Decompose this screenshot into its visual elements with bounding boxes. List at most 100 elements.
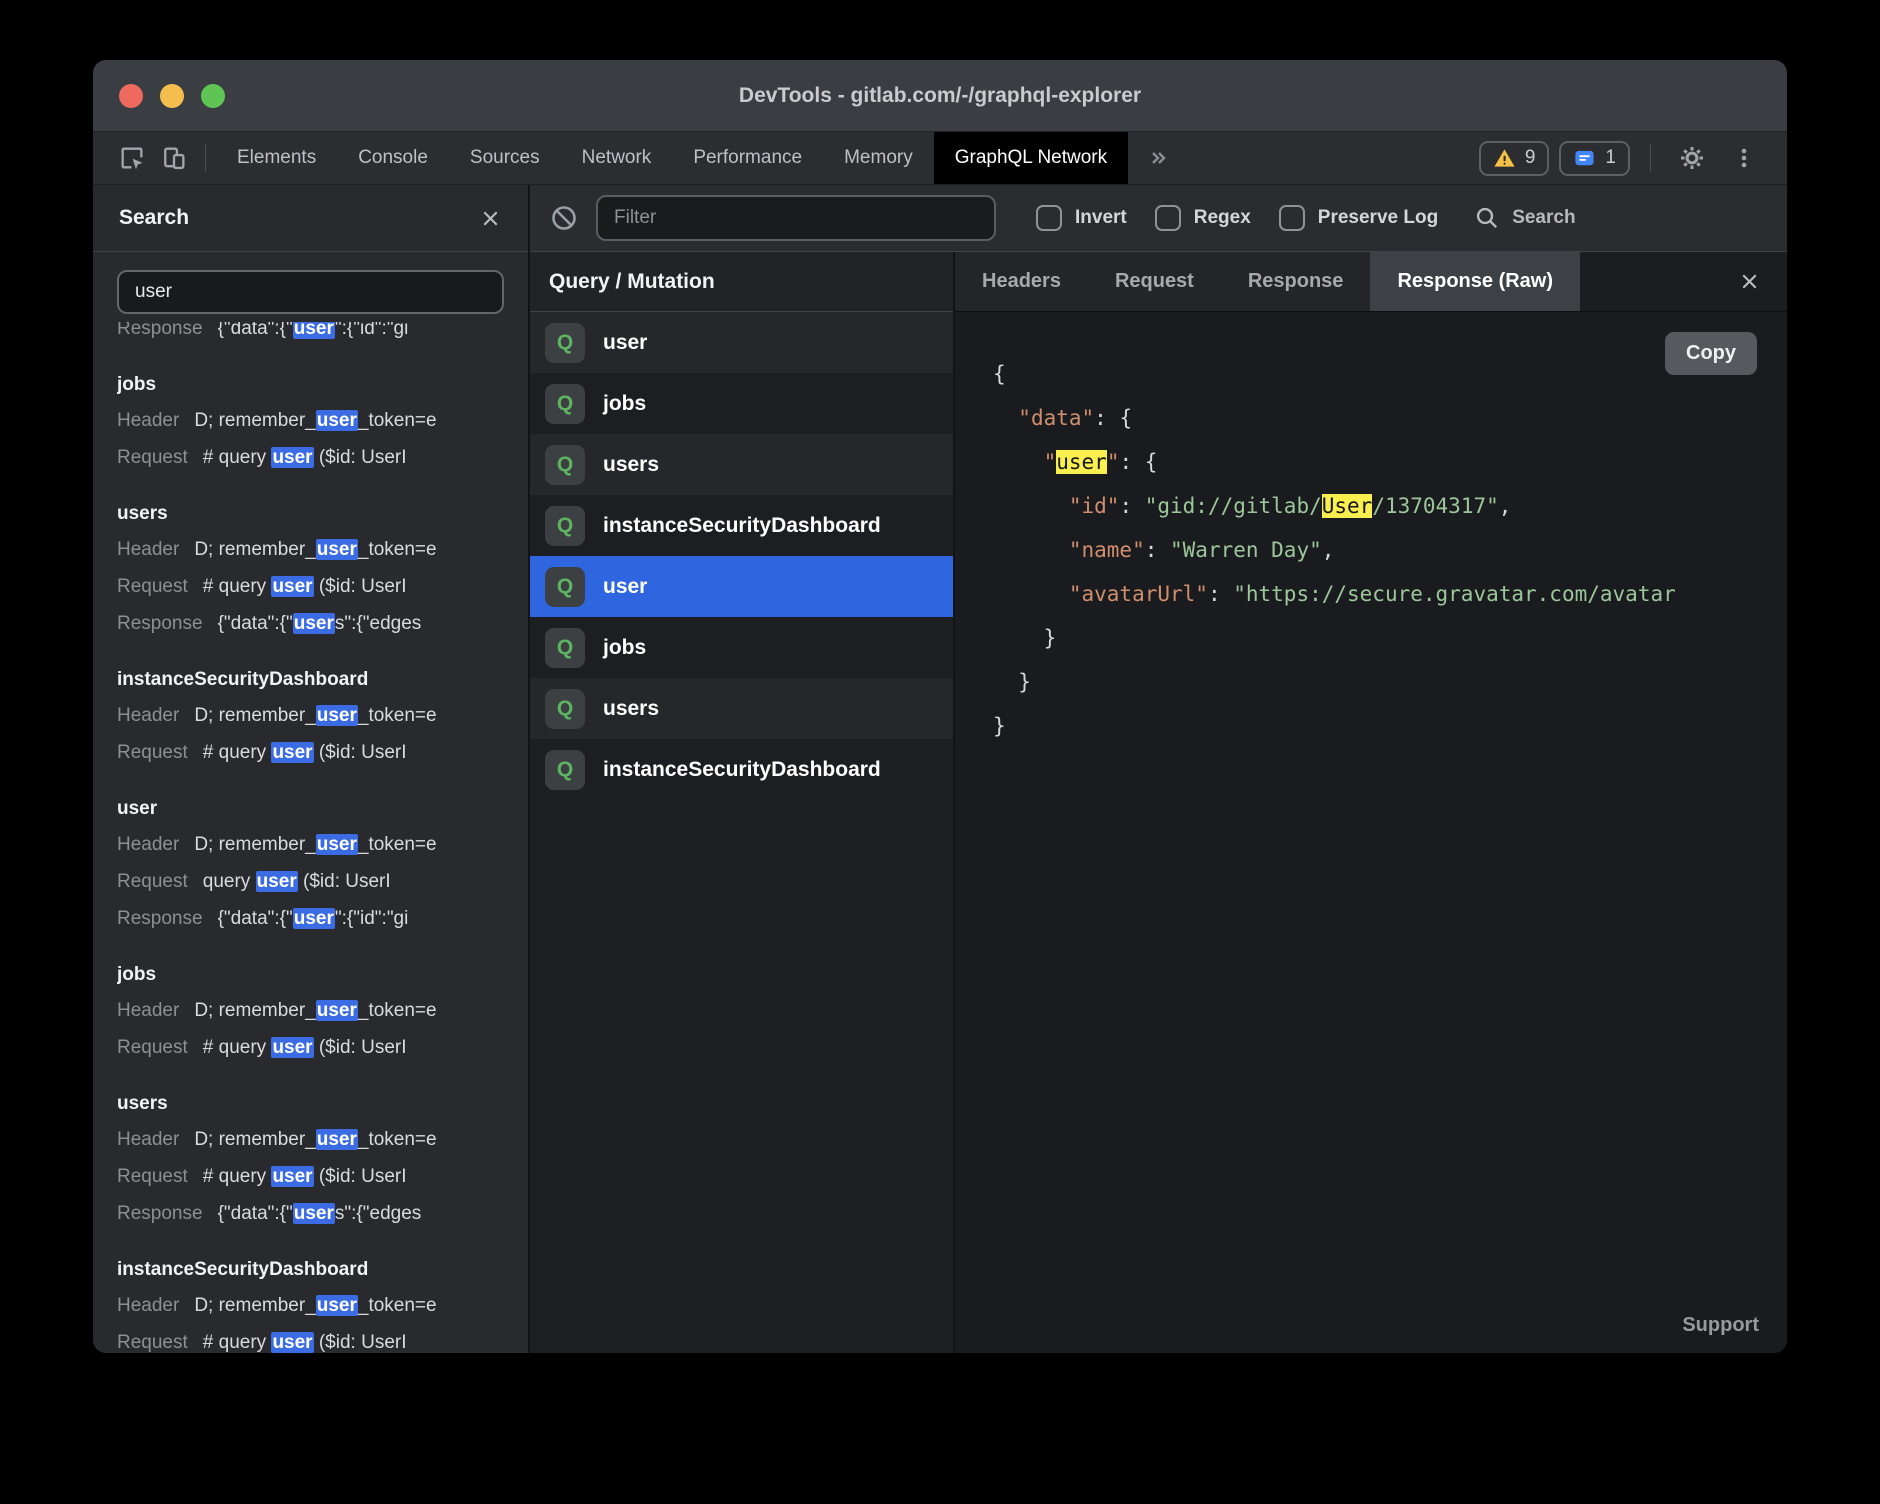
search-result-field-label: Request [117, 1037, 188, 1058]
search-match-highlight: user [316, 410, 358, 431]
search-result-text: _token=e [358, 539, 437, 560]
search-result-group[interactable]: userHeaderD; remember_user_token=eReques… [117, 792, 504, 937]
detail-panel: HeadersRequestResponseResponse (Raw) Cop… [955, 252, 1787, 1353]
json-token [993, 582, 1069, 606]
json-line: } [993, 660, 1787, 704]
search-result-text: ($id: UserI [314, 742, 407, 763]
more-tabs-icon[interactable] [1128, 132, 1188, 184]
close-detail-icon[interactable] [1738, 270, 1761, 293]
search-result-text: # query [203, 1332, 272, 1353]
checkbox-regex[interactable] [1155, 205, 1181, 231]
search-body: Response{"data":{"user":{"id":"gijobsHea… [93, 252, 528, 1353]
zoom-window-button[interactable] [201, 84, 225, 108]
search-match-highlight: user [316, 1295, 358, 1316]
search-result-field-label: Response [117, 908, 203, 929]
checkbox-preserve-log[interactable] [1279, 205, 1305, 231]
warnings-badge[interactable]: 9 [1479, 141, 1550, 176]
search-match-highlight: user [271, 1037, 313, 1058]
search-result-line: Request# query user ($id: UserI [117, 734, 504, 771]
clear-icon[interactable] [550, 204, 578, 232]
search-result-group[interactable]: instanceSecurityDashboardHeaderD; rememb… [117, 663, 504, 771]
kebab-menu-icon[interactable] [1723, 132, 1765, 184]
tab-graphql-network[interactable]: GraphQL Network [934, 132, 1128, 184]
search-result-group[interactable]: instanceSecurityDashboardHeaderD; rememb… [117, 1253, 504, 1353]
json-line: "data": { [993, 396, 1787, 440]
filter-option-regex[interactable]: Regex [1155, 205, 1251, 231]
search-result-group[interactable]: Response{"data":{"user":{"id":"gi [117, 322, 504, 347]
search-match-highlight: user [271, 447, 313, 468]
json-token: : [1145, 538, 1170, 562]
filter-option-invert[interactable]: Invert [1036, 205, 1127, 231]
search-result-group[interactable]: jobsHeaderD; remember_user_token=e Reques… [117, 958, 504, 1066]
toolbar-divider [1650, 144, 1651, 172]
tab-performance[interactable]: Performance [672, 132, 823, 184]
support-link[interactable]: Support [1682, 1314, 1759, 1337]
search-result-text: _token=e [358, 834, 437, 855]
json-token: " [1107, 450, 1120, 474]
inspect-element-icon[interactable] [111, 132, 153, 184]
json-line: "name": "Warren Day", [993, 528, 1787, 572]
device-toolbar-icon[interactable] [153, 132, 195, 184]
query-row-user[interactable]: Quser [530, 312, 953, 373]
search-result-field-label: Header [117, 1129, 179, 1150]
search-result-line: Response{"data":{"users":{"edges [117, 605, 504, 642]
tab-elements[interactable]: Elements [216, 132, 337, 184]
query-row-users[interactable]: Qusers [530, 678, 953, 739]
query-row-users[interactable]: Qusers [530, 434, 953, 495]
copy-button[interactable]: Copy [1665, 332, 1757, 375]
detail-tab-response[interactable]: Response [1221, 252, 1371, 311]
tab-network[interactable]: Network [561, 132, 673, 184]
search-panel: Search Response{"data":{"user":{"id":"gi… [93, 185, 530, 1353]
gear-icon[interactable] [1671, 132, 1713, 184]
window-title: DevTools - gitlab.com/-/graphql-explorer [93, 84, 1787, 108]
search-result-line: HeaderD; remember_user_token=e [117, 992, 504, 1029]
query-row-instancesecuritydashboard[interactable]: QinstanceSecurityDashboard [530, 495, 953, 556]
search-result-text: ($id: UserI [314, 447, 407, 468]
search-result-group[interactable]: usersHeaderD; remember_user_token=eReque… [117, 497, 504, 642]
json-token: : [1119, 494, 1144, 518]
json-token [993, 406, 1018, 430]
search-result-line: Requestquery user ($id: UserI [117, 863, 504, 900]
search-input[interactable] [117, 270, 504, 314]
minimize-window-button[interactable] [160, 84, 184, 108]
search-result-field-label: Response [117, 613, 203, 634]
query-row-instancesecuritydashboard[interactable]: QinstanceSecurityDashboard [530, 739, 953, 800]
json-line: } [993, 704, 1787, 748]
search-result-title: instanceSecurityDashboard [117, 1253, 504, 1287]
search-result-line: HeaderD; remember_user_token=e [117, 697, 504, 734]
search-match-highlight: user [293, 1203, 335, 1224]
query-type-badge: Q [545, 750, 585, 790]
detail-tab-request[interactable]: Request [1088, 252, 1221, 311]
json-token: " [1044, 450, 1057, 474]
json-token: "gid://gitlab/ [1145, 494, 1322, 518]
search-result-line: Response{"data":{"user":{"id":"gi [117, 900, 504, 937]
messages-badge[interactable]: 1 [1559, 141, 1630, 176]
tab-memory[interactable]: Memory [823, 132, 934, 184]
query-row-jobs[interactable]: Qjobs [530, 617, 953, 678]
search-result-group[interactable]: usersHeaderD; remember_user_token=eReque… [117, 1087, 504, 1232]
query-row-label: jobs [603, 636, 646, 660]
search-result-title: user [117, 792, 504, 826]
tab-console[interactable]: Console [337, 132, 449, 184]
checkbox-label: Regex [1194, 207, 1251, 229]
filter-option-preserve-log[interactable]: Preserve Log [1279, 205, 1438, 231]
detail-tab-headers[interactable]: Headers [955, 252, 1088, 311]
json-token: { [993, 362, 1006, 386]
detail-tab-strip: HeadersRequestResponseResponse (Raw) [955, 252, 1787, 312]
search-result-line: Request# query user ($id: UserI [117, 439, 504, 476]
search-result-group[interactable]: jobsHeaderD; remember_user_token=eReques… [117, 368, 504, 476]
network-search-toggle[interactable]: Search [1474, 205, 1575, 231]
checkbox-invert[interactable] [1036, 205, 1062, 231]
json-token: : { [1119, 450, 1157, 474]
query-row-user[interactable]: Quser [530, 556, 953, 617]
search-result-text: # query [203, 576, 272, 597]
close-window-button[interactable] [119, 84, 143, 108]
query-row-jobs[interactable]: Qjobs [530, 373, 953, 434]
detail-tab-response-raw[interactable]: Response (Raw) [1370, 252, 1580, 311]
devtools-tab-strip: ElementsConsoleSourcesNetworkPerformance… [216, 132, 1128, 184]
tab-sources[interactable]: Sources [449, 132, 561, 184]
close-search-icon[interactable] [479, 207, 502, 230]
search-result-title: jobs [117, 958, 504, 992]
filter-input[interactable] [596, 195, 996, 241]
search-result-title: users [117, 1087, 504, 1121]
